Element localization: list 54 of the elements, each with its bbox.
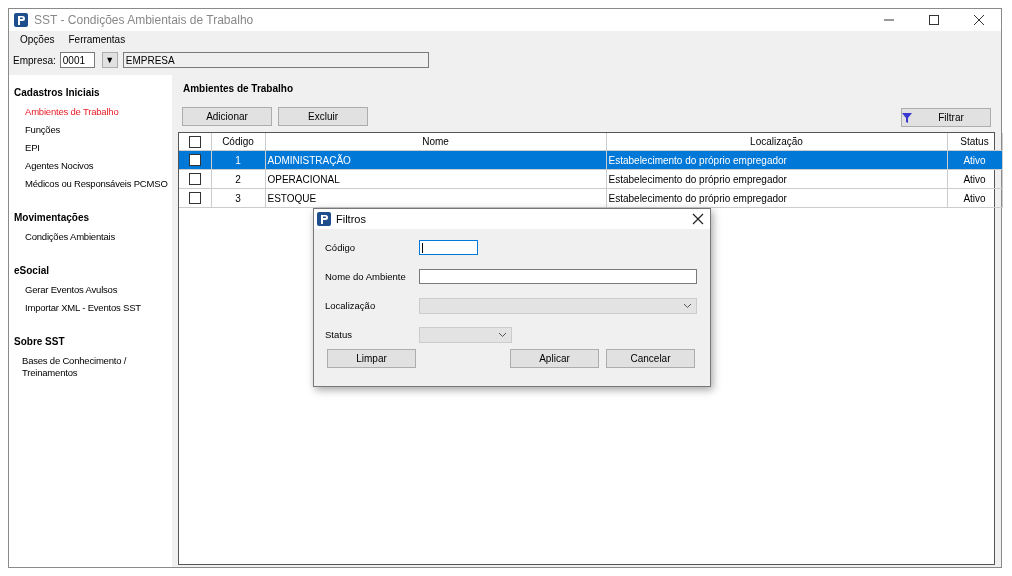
sidebar-item[interactable]: Agentes Nocivos (25, 160, 94, 172)
input-field[interactable] (419, 240, 478, 255)
sidebar-item[interactable]: Funções (25, 124, 61, 136)
checkbox[interactable] (188, 154, 201, 167)
table-cell: Ativo (947, 169, 1002, 189)
section-heading: Ambientes de Trabalho (182, 82, 295, 96)
field-label: Localização (325, 300, 377, 311)
checkbox[interactable] (188, 192, 201, 205)
field-label: Nome do Ambiente (325, 271, 407, 282)
filter-icon (902, 112, 912, 123)
section-title: Movimentações (14, 212, 91, 223)
menu-item[interactable]: Ferramentas (68, 34, 126, 49)
window-title: SST - Condições Ambientais de Trabalho (34, 13, 255, 27)
section-title: eSocial (14, 265, 51, 276)
dialog-button[interactable]: Aplicar (510, 349, 599, 368)
sidebar-item[interactable]: Ambientes de Trabalho (25, 106, 119, 118)
sidebar-item[interactable]: Médicos ou Responsáveis PCMSO (25, 178, 168, 190)
sidebar-item[interactable]: Importar XML - Eventos SST (25, 302, 141, 314)
app-logo-icon (317, 212, 331, 226)
field-label: Status (325, 329, 353, 340)
toolbar-button[interactable]: Excluir (278, 107, 368, 126)
toolbar-button[interactable]: Adicionar (182, 107, 272, 126)
app-logo-icon (14, 13, 28, 27)
table-cell: Estabelecimento do próprio empregador (606, 188, 947, 208)
table-cell: Ativo (947, 188, 1002, 208)
checkbox[interactable] (188, 173, 201, 186)
close-icon[interactable] (692, 213, 704, 225)
column-header[interactable]: Localização (606, 133, 947, 151)
dropdown-button[interactable]: ▼ (101, 52, 118, 68)
table-cell: ESTOQUE (265, 188, 606, 208)
input-field[interactable]: EMPRESA (122, 52, 429, 68)
table-cell: Estabelecimento do próprio empregador (606, 169, 947, 189)
dialog-button[interactable]: Cancelar (606, 349, 695, 368)
column-header[interactable]: Código (211, 133, 265, 151)
table-cell: 2 (211, 169, 265, 189)
field-label: Empresa: (13, 54, 56, 66)
table-cell: OPERACIONAL (265, 169, 606, 189)
sidebar-item[interactable]: Bases de Conhecimento / Treinamentos (22, 355, 142, 379)
filter-button[interactable]: Filtrar (901, 108, 991, 127)
dialog-button[interactable]: Limpar (327, 349, 416, 368)
table-cell: 3 (211, 188, 265, 208)
sidebar-item[interactable]: Gerar Eventos Avulsos (25, 284, 118, 296)
column-header[interactable]: Status (947, 133, 1002, 151)
input-field[interactable] (419, 269, 697, 284)
menu-item[interactable]: Opções (20, 34, 55, 49)
sidebar-item[interactable]: Condições Ambientais (25, 231, 115, 243)
dialog-title: Filtros (336, 213, 367, 225)
field-label: Código (325, 242, 357, 253)
sidebar-item[interactable]: EPI (25, 142, 40, 154)
checkbox[interactable] (188, 135, 201, 148)
section-title: Sobre SST (14, 336, 66, 347)
section-title: Cadastros Iniciais (14, 87, 101, 98)
input-field[interactable]: 0001 (59, 52, 95, 68)
column-header[interactable]: Nome (265, 133, 606, 151)
